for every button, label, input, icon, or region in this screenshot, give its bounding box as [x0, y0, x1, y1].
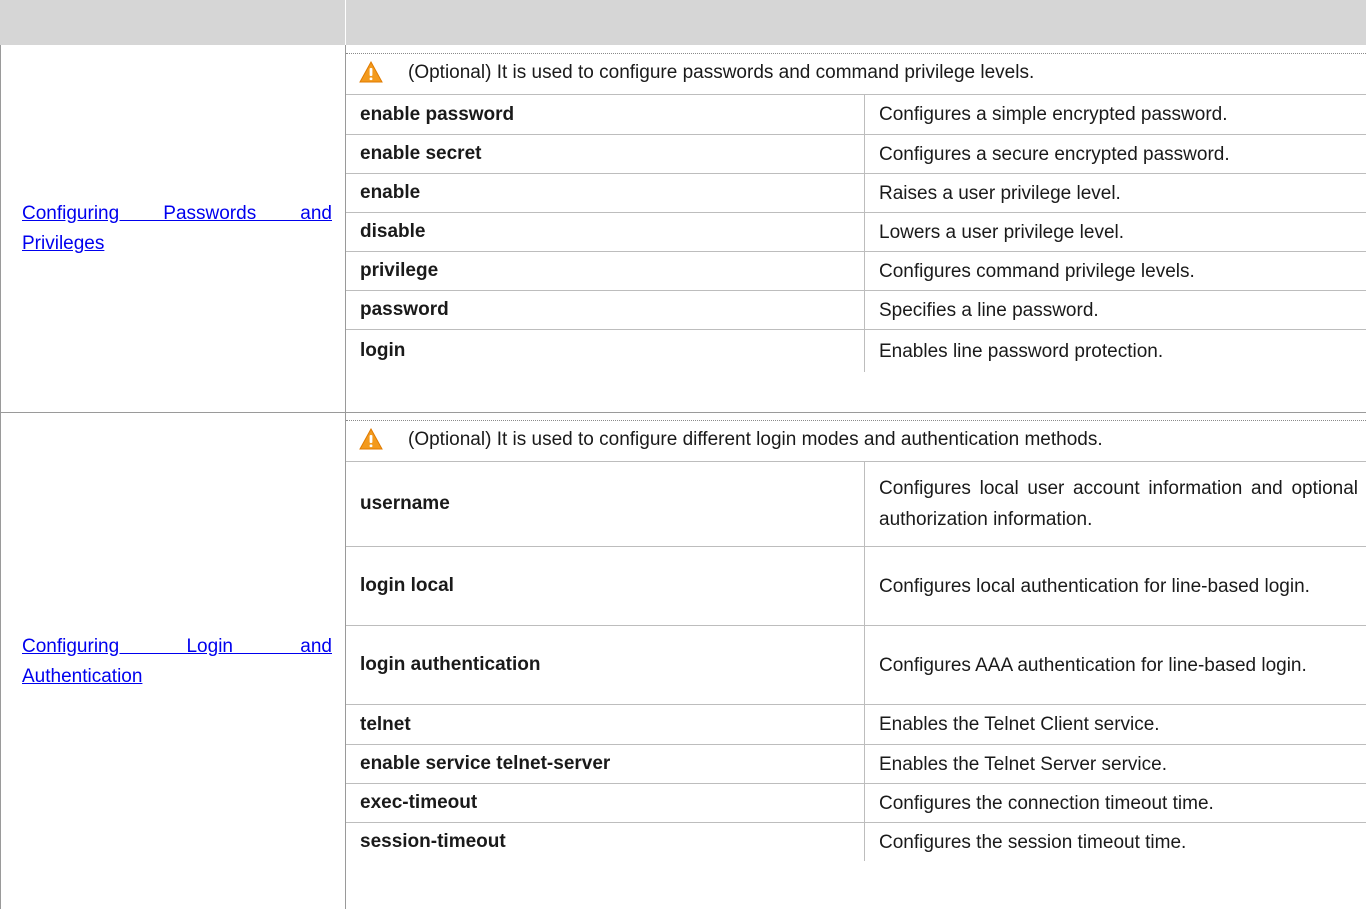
- table-row: privilege Configures command privilege l…: [346, 251, 1366, 290]
- table-row: login Enables line password protection.: [346, 329, 1366, 372]
- command-name: enable: [360, 182, 421, 203]
- table-header: [0, 0, 1366, 45]
- table-row: enable password Configures a simple encr…: [346, 94, 1366, 134]
- command-name: disable: [360, 221, 426, 242]
- command-name: password: [360, 299, 449, 320]
- table-row: exec-timeout Configures the connection t…: [346, 783, 1366, 822]
- table-row: password Specifies a line password.: [346, 290, 1366, 329]
- command-description: Lowers a user privilege level.: [879, 221, 1125, 243]
- table-row: enable Raises a user privilege level.: [346, 173, 1366, 212]
- command-name: username: [360, 493, 450, 514]
- command-description: Specifies a line password.: [879, 299, 1099, 321]
- command-description: Configures a secure encrypted password.: [879, 143, 1230, 165]
- command-description: Enables line password protection.: [879, 340, 1164, 362]
- command-name: enable service telnet-server: [360, 753, 611, 774]
- section-login-authentication: Configuring Login and Authentication (Op…: [0, 413, 1366, 909]
- optional-note-text: (Optional) It is used to configure diffe…: [408, 429, 1103, 450]
- table-row: username Configures local user account i…: [346, 461, 1366, 546]
- command-description: Configures the session timeout time.: [879, 831, 1187, 853]
- command-name: login authentication: [360, 654, 541, 675]
- command-rows: username Configures local user account i…: [346, 461, 1366, 861]
- command-name: exec-timeout: [360, 792, 478, 813]
- table-row: login local Configures local authenticat…: [346, 546, 1366, 625]
- command-description: Raises a user privilege level.: [879, 182, 1121, 204]
- command-description: Configures command privilege levels.: [879, 260, 1195, 282]
- command-table: Configuring Passwords and Privileges (Op…: [0, 0, 1366, 909]
- command-description: Configures a simple encrypted password.: [879, 104, 1228, 125]
- command-name: enable password: [360, 103, 515, 125]
- optional-note: (Optional) It is used to configure diffe…: [346, 420, 1366, 461]
- command-description: Enables the Telnet Client service.: [879, 714, 1160, 735]
- optional-note-text: (Optional) It is used to configure passw…: [408, 62, 1035, 83]
- table-row: enable service telnet-server Enables the…: [346, 744, 1366, 783]
- command-name: login local: [360, 575, 454, 596]
- command-description: Enables the Telnet Server service.: [879, 753, 1167, 775]
- command-description: Configures local user account informatio…: [879, 478, 1358, 530]
- configuring-passwords-privileges-link[interactable]: Configuring Passwords and Privileges: [22, 199, 332, 259]
- table-row: login authentication Configures AAA auth…: [346, 625, 1366, 704]
- command-name: telnet: [360, 713, 411, 735]
- configuring-login-authentication-link[interactable]: Configuring Login and Authentication: [22, 632, 332, 692]
- optional-note: (Optional) It is used to configure passw…: [346, 53, 1366, 94]
- command-name: login: [360, 340, 406, 361]
- warning-triangle-icon: [359, 61, 383, 83]
- section-passwords-privileges: Configuring Passwords and Privileges (Op…: [0, 45, 1366, 412]
- table-row: enable secret Configures a secure encryp…: [346, 134, 1366, 173]
- header-divider: [345, 0, 346, 45]
- table-row: session-timeout Configures the session t…: [346, 822, 1366, 861]
- command-name: session-timeout: [360, 831, 506, 852]
- command-description: Configures AAA authentication for line-b…: [879, 654, 1307, 676]
- command-description: Configures local authentication for line…: [879, 575, 1310, 597]
- command-description: Configures the connection timeout time.: [879, 792, 1214, 814]
- command-name: enable secret: [360, 143, 482, 164]
- command-name: privilege: [360, 260, 439, 281]
- table-row: telnet Enables the Telnet Client service…: [346, 704, 1366, 744]
- table-row: disable Lowers a user privilege level.: [346, 212, 1366, 251]
- warning-triangle-icon: [359, 428, 383, 450]
- command-rows: enable password Configures a simple encr…: [346, 94, 1366, 372]
